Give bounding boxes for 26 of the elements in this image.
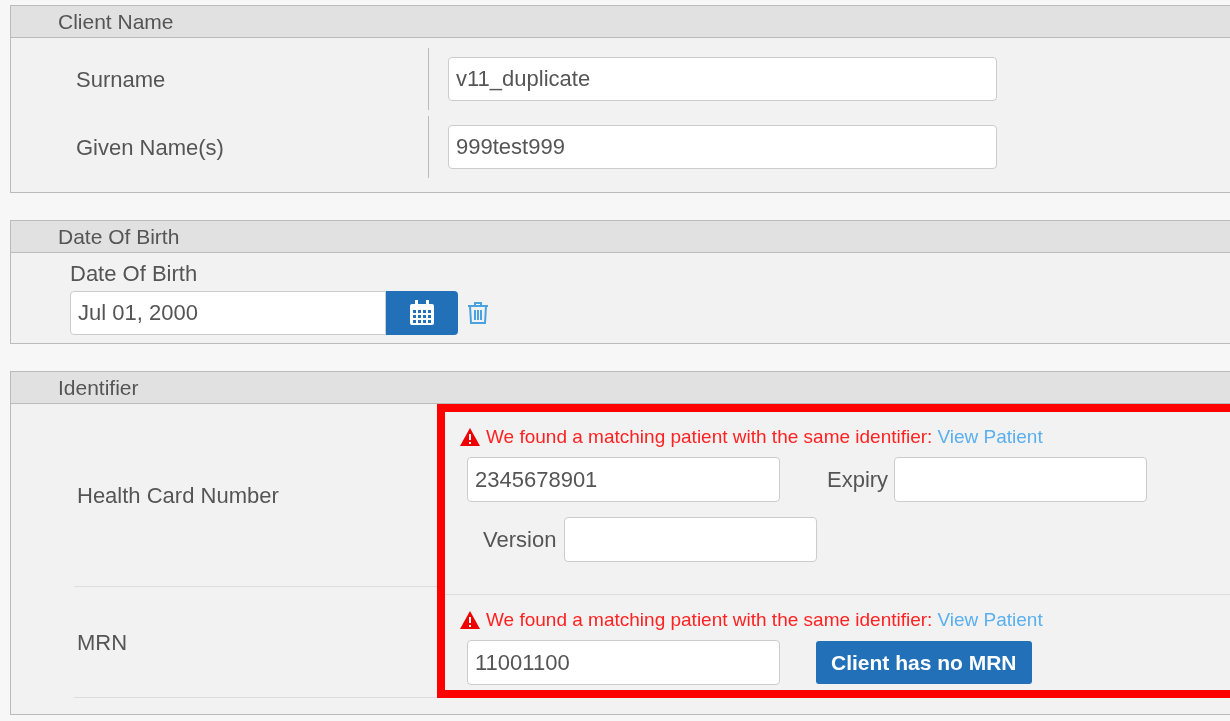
field-label: MRN (77, 628, 128, 657)
field-label: Given Name(s) (75, 133, 225, 162)
warning-icon (459, 427, 481, 447)
delete-button[interactable] (467, 301, 489, 325)
field-label: Version (483, 526, 557, 554)
calendar-button[interactable] (386, 291, 458, 335)
warning-icon (459, 610, 481, 630)
text-field[interactable]: 11001100 (467, 640, 780, 685)
section-header: Identifier (11, 372, 1230, 404)
text-field[interactable]: 2345678901 (467, 457, 780, 502)
section-header: Date Of Birth (11, 221, 1230, 253)
text-field[interactable] (894, 457, 1148, 502)
warning-message: We found a matching patient with the same identifier: (486, 608, 933, 632)
field-label: Expiry (827, 466, 889, 494)
text-field[interactable]: Jul 01, 2000 (70, 291, 386, 335)
field-label: Surname (75, 65, 167, 94)
field-label: Date Of Birth (70, 261, 199, 287)
no-mrn-button[interactable]: Client has no MRN (816, 641, 1032, 684)
text-field[interactable] (564, 517, 818, 562)
text-field[interactable]: 999test999 (448, 125, 997, 169)
text-field[interactable]: v11_duplicate (448, 57, 997, 101)
field-label: Health Card Number (77, 481, 279, 510)
section-header: Client Name (11, 6, 1230, 38)
warning-message: We found a matching patient with the same identifier: (486, 425, 933, 449)
trash-icon (467, 301, 489, 325)
calendar-icon (408, 299, 436, 327)
